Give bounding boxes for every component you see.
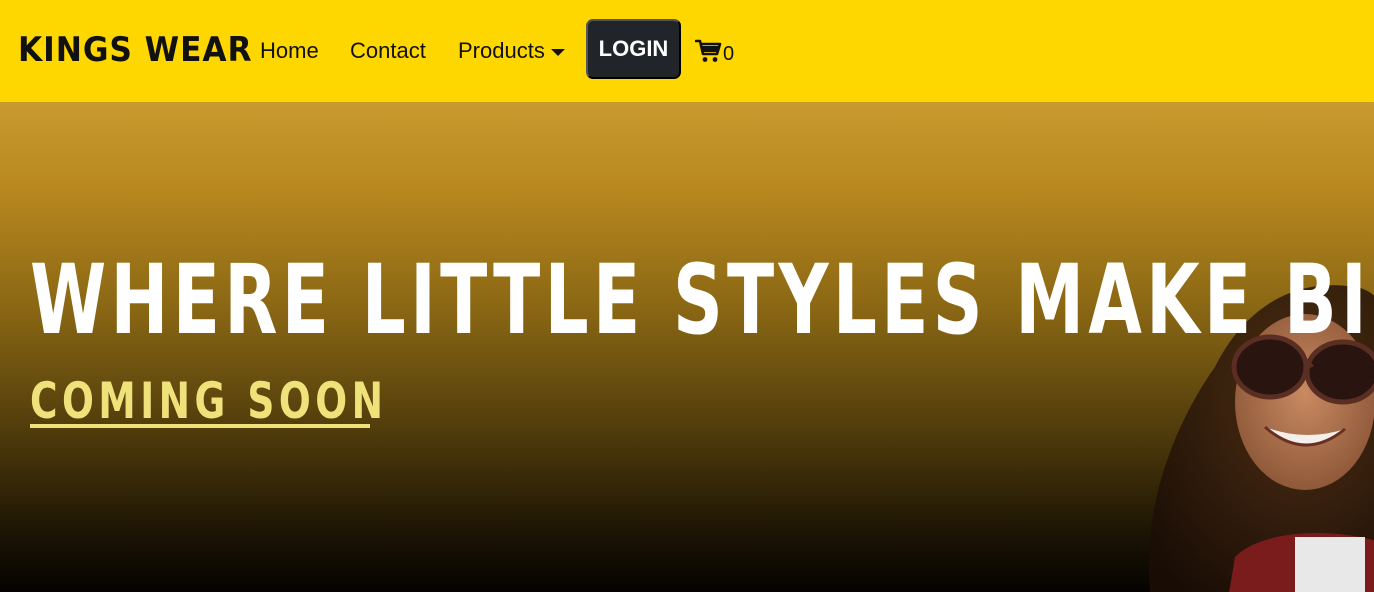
nav-contact-link[interactable]: Contact [350,36,426,66]
cart-count: 0 [723,42,735,65]
cart-button[interactable]: 0 [694,38,735,69]
caret-down-icon [550,48,565,56]
hero-banner: WHERE LITTLE STYLES MAKE BIG SM COMING S… [0,102,1374,592]
coming-soon-underline [30,424,370,428]
login-button[interactable]: LOGIN [586,19,681,79]
nav-home-link[interactable]: Home [260,36,319,66]
nav-products-label: Products [458,38,545,63]
nav-products-dropdown[interactable]: Products [458,36,565,66]
hero-headline: WHERE LITTLE STYLES MAKE BIG SM [30,240,1374,355]
brand-logo[interactable]: KINGS WEAR [18,28,253,72]
navbar: KINGS WEAR Home Contact Products LOGIN 0 [0,0,1374,102]
shopping-cart-icon [694,38,722,69]
hero-headline-text: WHERE LITTLE STYLES MAKE BIG [30,244,1374,356]
coming-soon-link[interactable]: COMING SOON [30,372,388,430]
